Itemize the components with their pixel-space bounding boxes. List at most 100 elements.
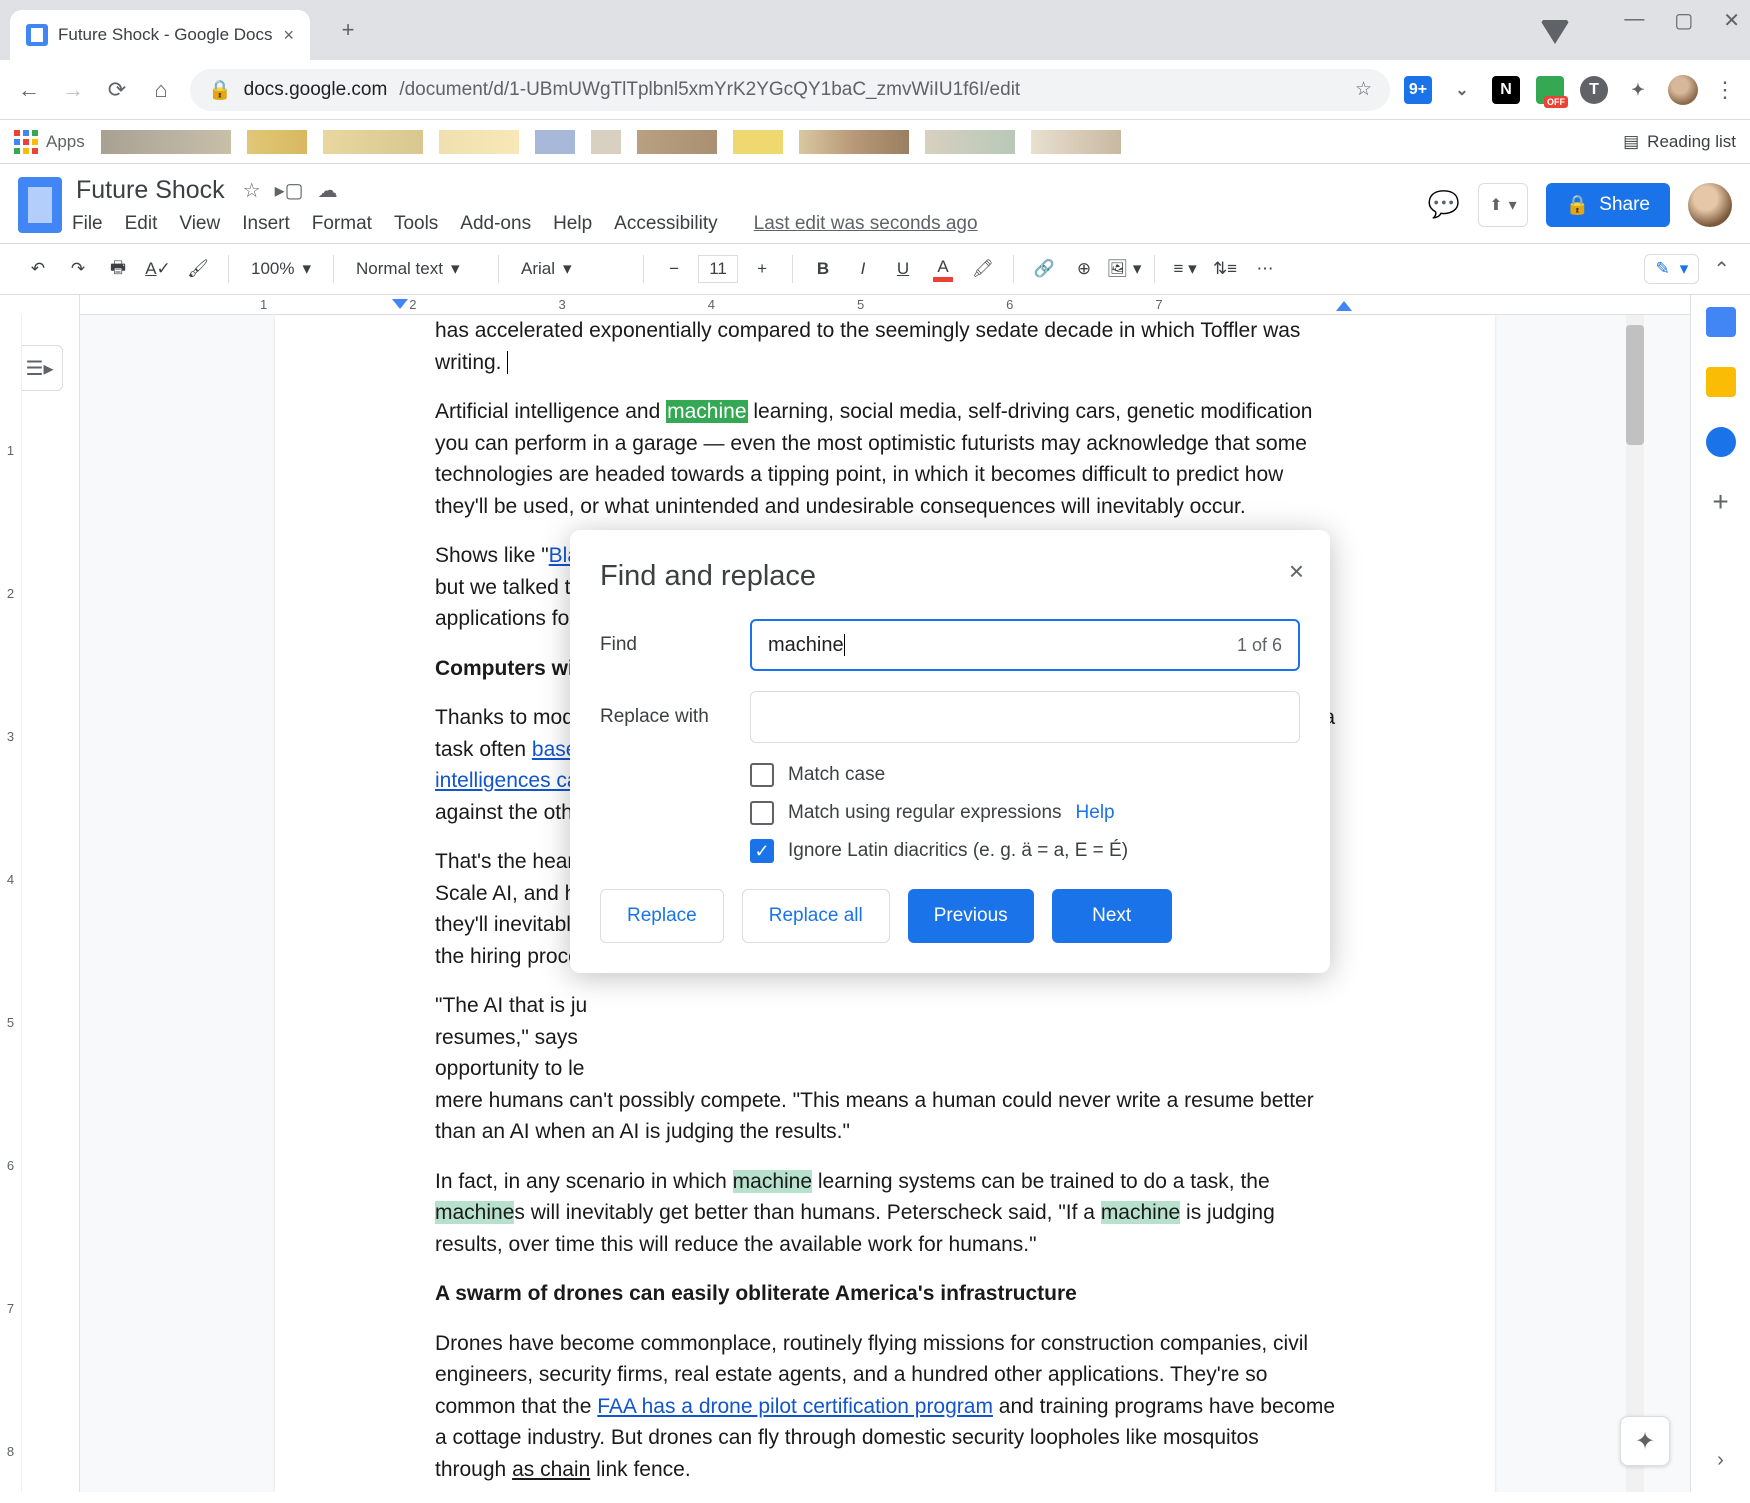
bookmark-folder[interactable] — [733, 130, 783, 154]
last-edit-link[interactable]: Last edit was seconds ago — [754, 213, 978, 235]
tasks-icon[interactable] — [1706, 427, 1736, 457]
account-avatar[interactable] — [1688, 183, 1732, 227]
bookmark-folder[interactable] — [439, 130, 519, 154]
replace-button[interactable]: Replace — [600, 889, 724, 943]
menu-edit[interactable]: Edit — [125, 213, 158, 235]
spellcheck-button[interactable]: A✓ — [140, 251, 176, 287]
new-tab-button[interactable]: + — [330, 12, 366, 48]
browser-tab[interactable]: Future Shock - Google Docs × — [10, 10, 310, 60]
bookmark-folder[interactable] — [535, 130, 575, 154]
menu-insert[interactable]: Insert — [242, 213, 290, 235]
highlight-button[interactable]: 🖍 — [965, 251, 1001, 287]
menu-addons[interactable]: Add-ons — [460, 213, 531, 235]
align-button[interactable]: ≡ ▾ — [1167, 251, 1203, 287]
close-dialog-icon[interactable]: × — [1289, 556, 1304, 587]
increase-font-button[interactable]: + — [744, 251, 780, 287]
bookmark-star-icon[interactable]: ☆ — [1355, 78, 1372, 101]
menu-format[interactable]: Format — [312, 213, 372, 235]
redo-button[interactable]: ↷ — [60, 251, 96, 287]
explore-button[interactable]: ✦ — [1620, 1416, 1670, 1466]
more-button[interactable]: ⋯ — [1247, 251, 1283, 287]
outline-toggle-button[interactable]: ☰▸ — [17, 345, 63, 391]
extension-icon[interactable]: 9+ — [1404, 76, 1432, 104]
indent-marker-left-icon[interactable] — [392, 299, 408, 309]
style-select[interactable]: Normal text ▾ — [346, 259, 486, 279]
bookmark-folder[interactable] — [637, 130, 717, 154]
insert-comment-button[interactable]: ⊕ — [1066, 251, 1102, 287]
bookmark-folder[interactable] — [1031, 130, 1121, 154]
profile-avatar[interactable] — [1668, 75, 1698, 105]
comments-icon[interactable]: 💬 — [1428, 189, 1460, 220]
extension-off-icon[interactable]: OFF — [1536, 76, 1564, 104]
zoom-select[interactable]: 100% ▾ — [241, 259, 321, 279]
present-button[interactable]: ⬆▾ — [1478, 183, 1527, 227]
star-icon[interactable]: ☆ — [243, 178, 261, 203]
diacritics-checkbox[interactable]: ✓ — [750, 839, 774, 863]
next-button[interactable]: Next — [1052, 889, 1172, 943]
share-button[interactable]: 🔒Share — [1546, 183, 1670, 227]
bookmark-folder[interactable] — [925, 130, 1015, 154]
collapse-toolbar-button[interactable]: ⌃ — [1713, 257, 1730, 282]
forward-button[interactable]: → — [58, 75, 88, 105]
cloud-saved-icon[interactable]: ☁ — [318, 178, 338, 203]
undo-button[interactable]: ↶ — [20, 251, 56, 287]
regex-checkbox[interactable] — [750, 801, 774, 825]
paint-format-button[interactable]: 🖌 — [180, 251, 216, 287]
menu-view[interactable]: View — [179, 213, 220, 235]
find-input[interactable]: machine 1 of 6 — [750, 619, 1300, 671]
browser-menu-icon[interactable]: ⋮ — [1714, 77, 1736, 103]
line-spacing-button[interactable]: ⇅≡ — [1207, 251, 1243, 287]
menu-tools[interactable]: Tools — [394, 213, 438, 235]
extension-n-icon[interactable]: N — [1492, 76, 1520, 104]
close-tab-icon[interactable]: × — [283, 25, 294, 46]
menu-help[interactable]: Help — [553, 213, 592, 235]
underline-button[interactable]: U — [885, 251, 921, 287]
add-addon-icon[interactable]: + — [1706, 487, 1736, 517]
move-icon[interactable]: ▸▢ — [275, 178, 304, 203]
hide-side-panel-icon[interactable]: › — [1717, 1449, 1724, 1472]
bookmark-folder[interactable] — [247, 130, 307, 154]
bookmark-folder[interactable] — [323, 130, 423, 154]
previous-button[interactable]: Previous — [908, 889, 1034, 943]
match-case-checkbox[interactable] — [750, 763, 774, 787]
print-button[interactable]: 🖶 — [100, 251, 136, 287]
extension-t-icon[interactable]: T — [1580, 76, 1608, 104]
pocket-icon[interactable]: ⌄ — [1448, 76, 1476, 104]
link[interactable]: intelligences ca — [435, 769, 579, 792]
bookmark-folder[interactable] — [799, 130, 909, 154]
bookmark-folder[interactable] — [591, 130, 621, 154]
profile-indicator-icon[interactable] — [1540, 14, 1570, 44]
regex-help-link[interactable]: Help — [1076, 802, 1115, 824]
italic-button[interactable]: I — [845, 251, 881, 287]
menu-file[interactable]: File — [72, 213, 103, 235]
text-color-button[interactable]: A — [925, 251, 961, 287]
extensions-puzzle-icon[interactable]: ✦ — [1624, 76, 1652, 104]
document-title[interactable]: Future Shock — [72, 174, 229, 207]
link[interactable]: FAA has a drone pilot certification prog… — [597, 1395, 993, 1418]
bookmark-folder[interactable] — [101, 130, 231, 154]
font-size-input[interactable]: 11 — [698, 255, 738, 283]
indent-marker-right-icon[interactable] — [1336, 301, 1352, 311]
minimize-icon[interactable]: — — [1624, 8, 1644, 33]
vertical-scrollbar[interactable] — [1626, 315, 1644, 1492]
bold-button[interactable]: B — [805, 251, 841, 287]
reading-list-button[interactable]: ▤ Reading list — [1623, 132, 1736, 152]
editing-mode-button[interactable]: ✎▾ — [1644, 254, 1699, 284]
keep-icon[interactable] — [1706, 367, 1736, 397]
reload-button[interactable]: ⟳ — [102, 75, 132, 105]
decrease-font-button[interactable]: − — [656, 251, 692, 287]
calendar-icon[interactable] — [1706, 307, 1736, 337]
replace-all-button[interactable]: Replace all — [742, 889, 890, 943]
font-select[interactable]: Arial ▾ — [511, 259, 631, 279]
insert-link-button[interactable]: 🔗 — [1026, 251, 1062, 287]
apps-button[interactable]: Apps — [14, 130, 85, 154]
address-bar[interactable]: 🔒 docs.google.com/document/d/1-UBmUWgTlT… — [190, 69, 1390, 111]
replace-input[interactable] — [750, 691, 1300, 743]
menu-accessibility[interactable]: Accessibility — [614, 213, 717, 235]
home-button[interactable]: ⌂ — [146, 75, 176, 105]
close-window-icon[interactable]: ✕ — [1723, 8, 1740, 33]
insert-image-button[interactable]: 🖼 ▾ — [1106, 251, 1142, 287]
horizontal-ruler[interactable]: 1234567 — [80, 295, 1690, 315]
back-button[interactable]: ← — [14, 75, 44, 105]
maximize-icon[interactable]: ▢ — [1674, 8, 1693, 33]
